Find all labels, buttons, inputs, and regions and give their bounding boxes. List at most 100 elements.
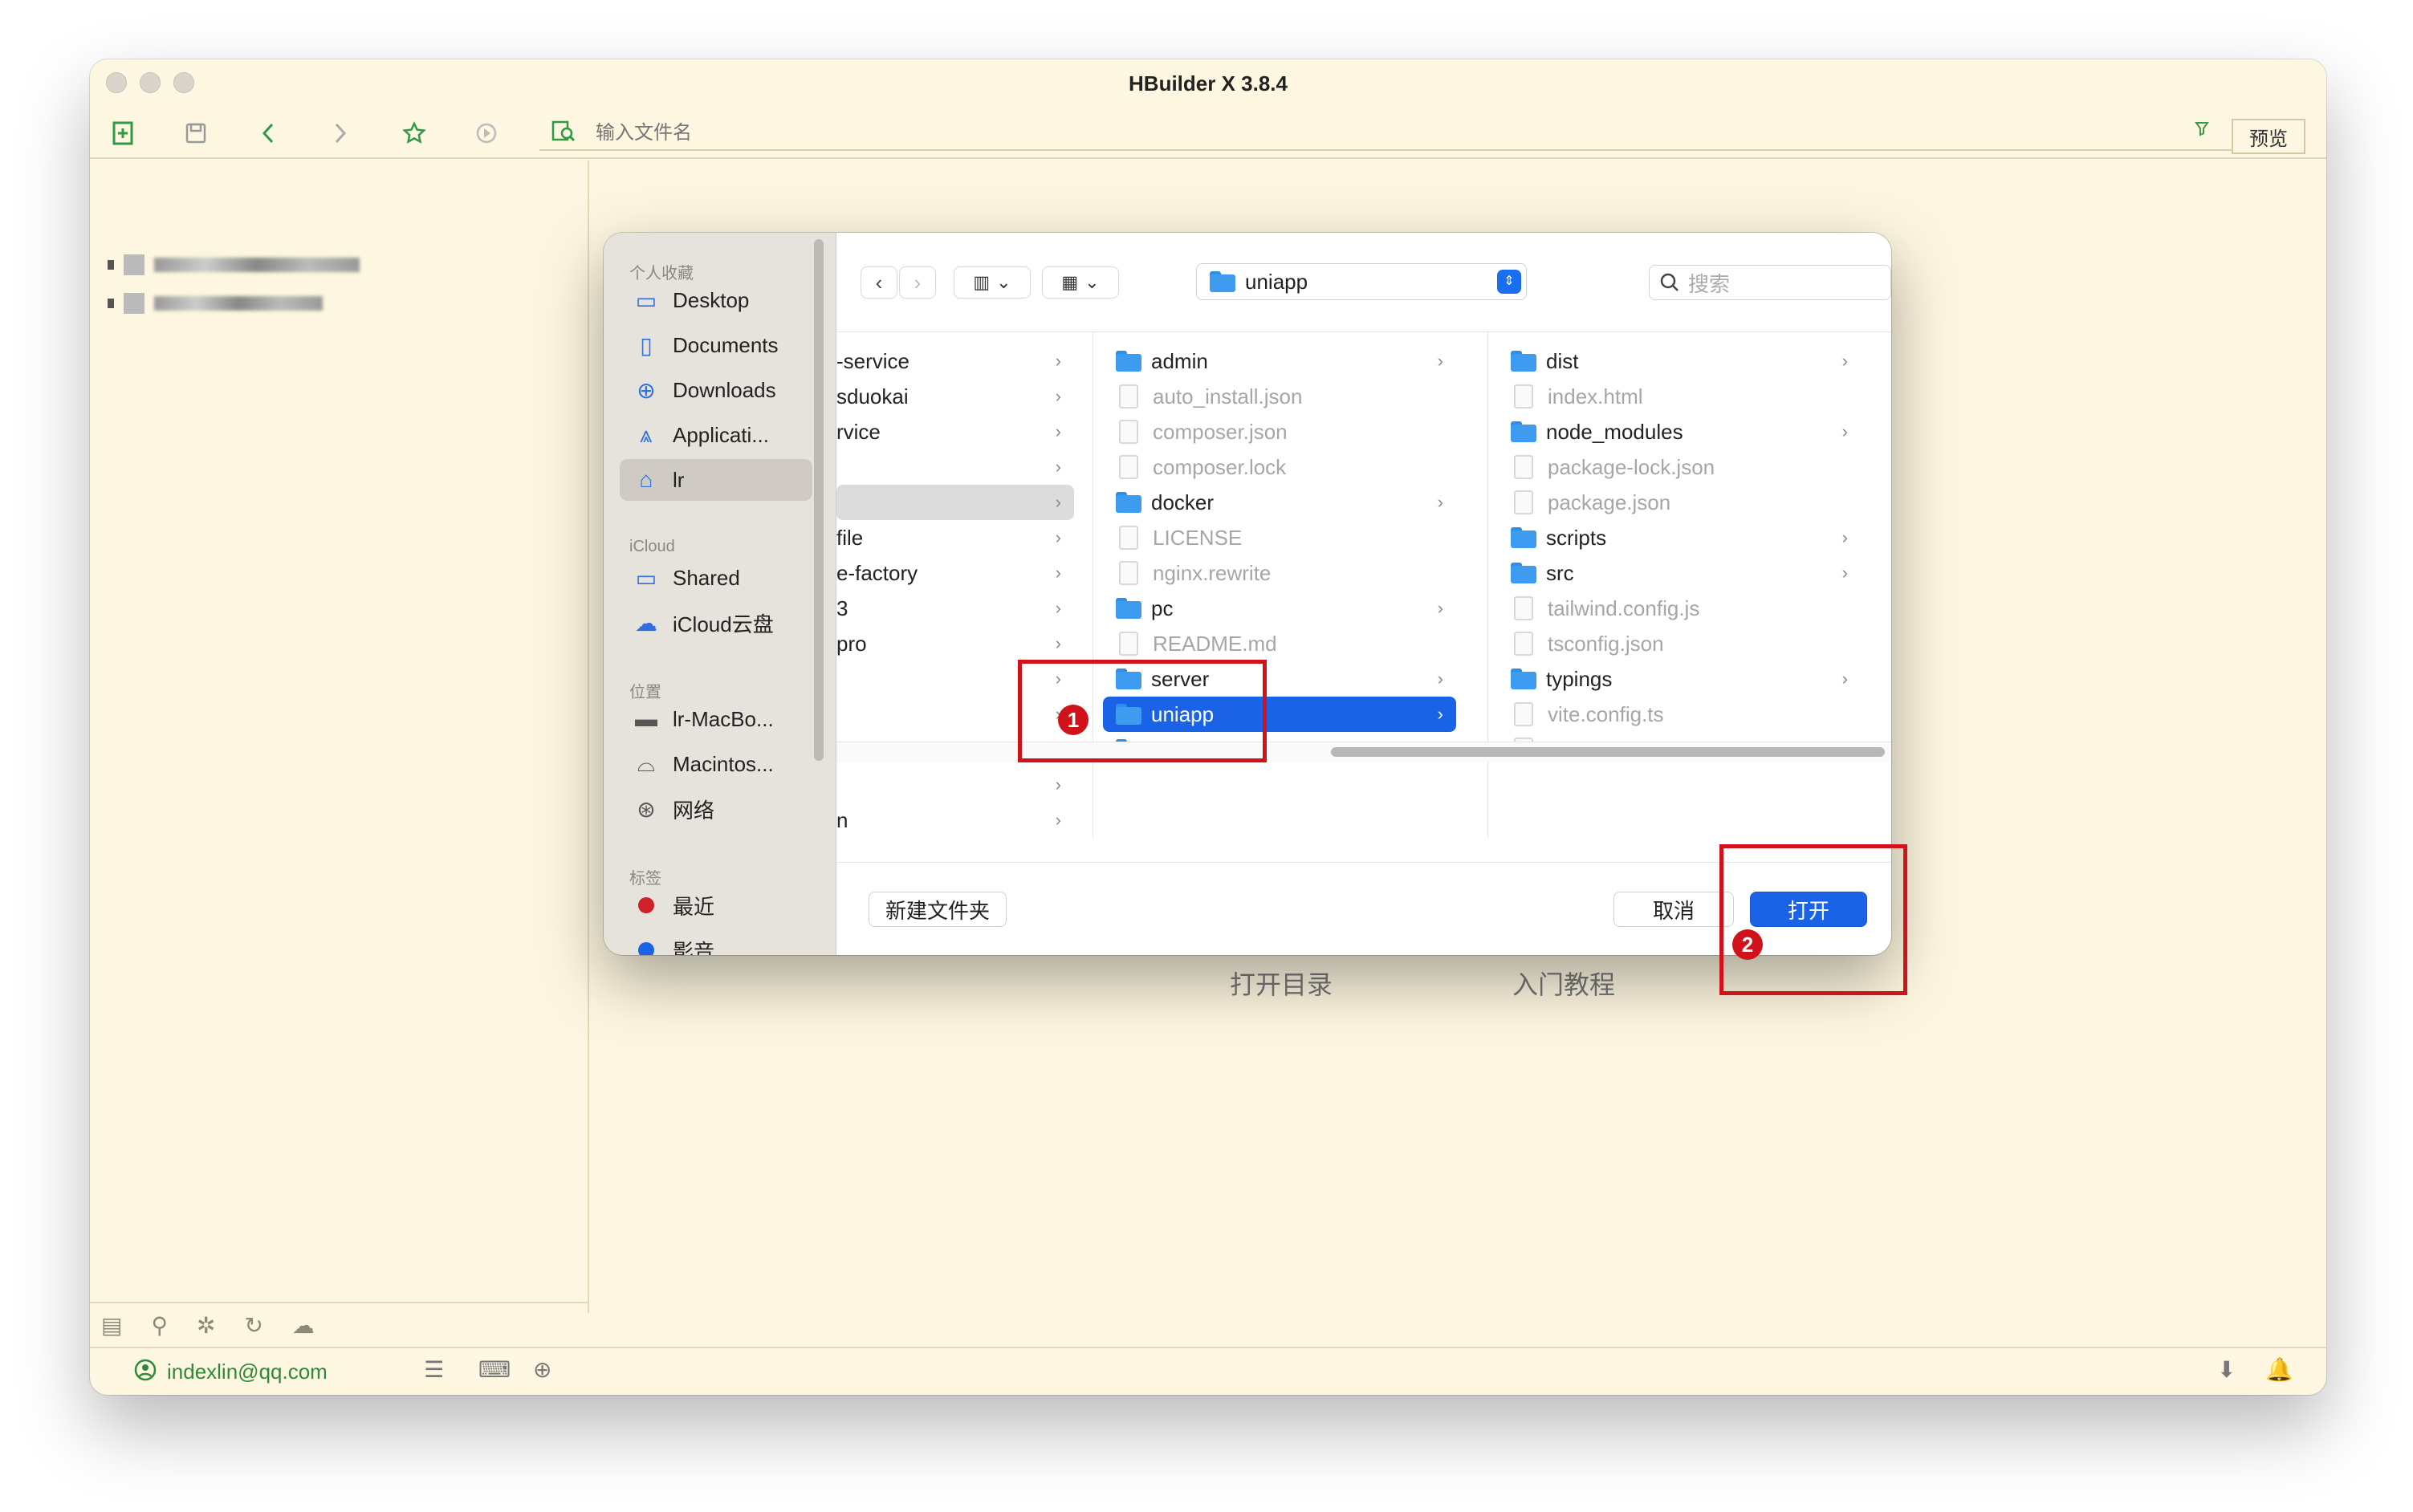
chevron-right-icon: ›: [1055, 563, 1061, 583]
project-item[interactable]: [108, 252, 360, 278]
list-item[interactable]: n ›: [836, 803, 1074, 838]
sidebar-item-macbook[interactable]: ▬ lr-MacBo...: [620, 698, 812, 740]
list-item[interactable]: ›: [836, 767, 1074, 803]
sidebar-item-tag-media[interactable]: 影音: [620, 929, 812, 955]
annotation-box-open: [1719, 844, 1907, 995]
back-icon[interactable]: [250, 117, 286, 149]
sidebar-item-icloud-drive[interactable]: ☁ iCloud云盘: [620, 602, 812, 644]
folder-item[interactable]: pc ›: [1103, 591, 1456, 626]
sidebar-scrollbar[interactable]: [814, 239, 824, 761]
dialog-back-button[interactable]: ‹: [861, 266, 897, 299]
list-item[interactable]: ›: [836, 449, 1074, 485]
file-item[interactable]: tsconfig.json: [1498, 626, 1861, 661]
preview-button[interactable]: 预览: [2232, 119, 2305, 154]
file-item[interactable]: package-lock.json: [1498, 449, 1861, 485]
path-popup[interactable]: uniapp ⇕: [1196, 263, 1527, 300]
file-icon: [1119, 561, 1138, 585]
file-item[interactable]: auto_install.json: [1103, 379, 1456, 414]
forward-icon[interactable]: [323, 117, 358, 149]
star-icon[interactable]: [397, 117, 432, 149]
download-icon[interactable]: ⬇: [2217, 1356, 2236, 1383]
project-name-blurred: [154, 258, 360, 272]
chevron-right-icon: ›: [1437, 492, 1443, 512]
file-item[interactable]: nginx.rewrite: [1103, 555, 1456, 591]
file-icon: [1119, 455, 1138, 479]
item-label: typings: [1546, 666, 1613, 691]
list-item-label: pro: [836, 631, 867, 656]
folder-item[interactable]: src ›: [1498, 555, 1861, 591]
sidebar-item-macintosh-hd[interactable]: ⌓ Macintos...: [620, 743, 812, 785]
list-item[interactable]: ›: [836, 485, 1074, 520]
sidebar-item-network[interactable]: ⊛ 网络: [620, 788, 812, 830]
folder-item[interactable]: typings ›: [1498, 661, 1861, 697]
folder-item[interactable]: scripts ›: [1498, 520, 1861, 555]
terminal-icon[interactable]: ⌨: [478, 1356, 511, 1383]
close-window-button[interactable]: [106, 72, 127, 93]
file-item[interactable]: vite.config.ts: [1498, 697, 1861, 732]
bell-icon[interactable]: 🔔: [2265, 1356, 2293, 1383]
save-icon[interactable]: [178, 117, 214, 149]
chevron-right-icon: ›: [1841, 563, 1848, 583]
sidebar-item-home[interactable]: ⌂ lr: [620, 459, 812, 501]
horizontal-scrollbar[interactable]: [836, 742, 1891, 762]
sidebar-item-desktop[interactable]: ▭ Desktop: [620, 279, 812, 321]
main-toolbar: 预览: [90, 109, 2326, 159]
chevron-right-icon: ›: [1055, 351, 1061, 371]
list-item[interactable]: e-factory ›: [836, 555, 1074, 591]
cloud-icon[interactable]: ☁: [292, 1312, 315, 1339]
search-project-icon[interactable]: ⚲: [151, 1312, 168, 1339]
minimize-window-button[interactable]: [140, 72, 161, 93]
blue-tag-icon: [638, 942, 654, 955]
red-tag-icon: [638, 897, 654, 913]
filter-icon[interactable]: [2195, 120, 2209, 141]
project-item[interactable]: [108, 291, 323, 316]
zoom-window-button[interactable]: [173, 72, 194, 93]
scroll-thumb[interactable]: [1331, 747, 1885, 757]
file-item[interactable]: index.html: [1498, 379, 1861, 414]
shared-folder-icon: ▭: [635, 565, 657, 591]
file-icon: [1119, 384, 1138, 408]
list-item-label: file: [836, 525, 864, 550]
sidebar-item-downloads[interactable]: ⊕ Downloads: [620, 369, 812, 411]
sidebar-item-documents[interactable]: ▯ Documents: [620, 324, 812, 366]
folder-item[interactable]: admin ›: [1103, 343, 1456, 379]
dialog-toolbar: ‹ › ▥ ⌄ ▦ ⌄ uniapp ⇕ 搜索: [836, 233, 1891, 332]
file-item[interactable]: composer.json: [1103, 414, 1456, 449]
dialog-search-field[interactable]: 搜索: [1649, 265, 1891, 300]
folder-item[interactable]: dist ›: [1498, 343, 1861, 379]
folder-item[interactable]: docker ›: [1103, 485, 1456, 520]
open-directory-link[interactable]: 打开目录: [1230, 965, 1333, 1002]
sidebar-item-applications[interactable]: ⩓ Applicati...: [620, 414, 812, 456]
annotation-badge-2: 2: [1732, 929, 1763, 960]
list-item[interactable]: sduokai ›: [836, 379, 1074, 414]
new-file-icon[interactable]: [106, 117, 141, 149]
item-label: package-lock.json: [1548, 454, 1715, 479]
tutorial-link[interactable]: 入门教程: [1512, 965, 1615, 1002]
list-item[interactable]: -service ›: [836, 343, 1074, 379]
outline-icon[interactable]: ☰: [424, 1356, 444, 1383]
dialog-forward-button[interactable]: ›: [899, 266, 936, 299]
file-name-input[interactable]: [596, 120, 2041, 146]
project-manager-icon[interactable]: ▤: [101, 1312, 122, 1339]
user-email[interactable]: indexlin@qq.com: [167, 1360, 328, 1384]
cancel-button[interactable]: 取消: [1613, 892, 1734, 927]
list-item[interactable]: 3 ›: [836, 591, 1074, 626]
network-icon[interactable]: ⊕: [533, 1356, 551, 1383]
file-item[interactable]: package.json: [1498, 485, 1861, 520]
file-item[interactable]: README.md: [1103, 626, 1456, 661]
list-item[interactable]: rvice ›: [836, 414, 1074, 449]
column-view-button[interactable]: ▥ ⌄: [954, 266, 1031, 299]
folder-item[interactable]: node_modules ›: [1498, 414, 1861, 449]
debug-icon[interactable]: ✲: [197, 1312, 215, 1339]
list-item[interactable]: pro ›: [836, 626, 1074, 661]
file-item[interactable]: LICENSE: [1103, 520, 1456, 555]
new-folder-button[interactable]: 新建文件夹: [869, 892, 1007, 927]
sidebar-item-tag-recent[interactable]: 最近: [620, 884, 812, 926]
file-item[interactable]: tailwind.config.js: [1498, 591, 1861, 626]
git-icon[interactable]: ↻: [244, 1312, 262, 1339]
list-item[interactable]: file ›: [836, 520, 1074, 555]
sidebar-item-shared[interactable]: ▭ Shared: [620, 557, 812, 599]
file-item[interactable]: composer.lock: [1103, 449, 1456, 485]
run-icon[interactable]: [469, 117, 504, 149]
group-view-button[interactable]: ▦ ⌄: [1042, 266, 1119, 299]
